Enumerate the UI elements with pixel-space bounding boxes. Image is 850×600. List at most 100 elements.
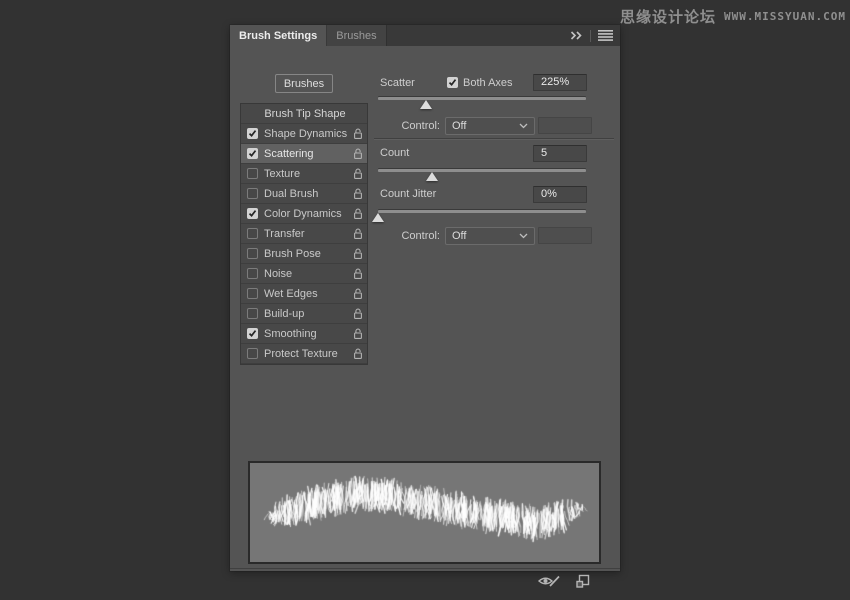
unlock-icon[interactable] [353,228,363,240]
setting-label: Brush Pose [264,248,321,260]
panel-bottom-bar [230,568,620,592]
brush-tip-shape-label: Brush Tip Shape [264,108,345,120]
watermark-en: WWW.MISSYUAN.COM [724,10,846,23]
scatter-label: Scatter [380,77,415,89]
count-value-field[interactable]: 5 [533,145,587,162]
eye-slash-icon[interactable] [537,574,561,588]
brush-setting-row[interactable]: Color Dynamics [241,204,367,224]
setting-checkbox[interactable] [247,148,258,159]
tabbar-icons [570,25,620,46]
scatter-slider-track[interactable] [378,97,586,100]
control2-value: Off [452,230,466,242]
control2-extra-field [538,227,592,244]
setting-label: Smoothing [264,328,317,340]
setting-label: Transfer [264,228,305,240]
control1-dropdown[interactable]: Off [445,117,535,135]
control1-extra-field [538,117,592,134]
brush-settings-list: Brush Tip Shape Shape Dynamics Scatterin [240,103,368,365]
control2-dropdown[interactable]: Off [445,227,535,245]
create-new-brush-icon[interactable] [576,574,590,588]
unlock-icon[interactable] [353,288,363,300]
tab-brushes-label: Brushes [336,30,376,42]
tab-brush-settings[interactable]: Brush Settings [230,25,326,46]
brush-setting-row[interactable]: Transfer [241,224,367,244]
list-item-brush-tip-shape[interactable]: Brush Tip Shape [241,104,367,124]
setting-checkbox[interactable] [247,308,258,319]
brush-setting-row[interactable]: Smoothing [241,324,367,344]
brush-stroke-canvas [250,463,599,562]
unlock-icon[interactable] [353,268,363,280]
setting-label: Texture [264,168,300,180]
unlock-icon[interactable] [353,208,363,220]
control2-label: Control: [380,230,440,242]
setting-label: Shape Dynamics [264,128,347,140]
setting-label: Wet Edges [264,288,318,300]
setting-checkbox[interactable] [247,228,258,239]
control1-value: Off [452,120,466,132]
setting-label: Dual Brush [264,188,318,200]
watermark: 思缘设计论坛 WWW.MISSYUAN.COM [620,6,846,27]
section-divider [374,138,614,139]
brush-setting-row[interactable]: Build-up [241,304,367,324]
brush-setting-row[interactable]: Wet Edges [241,284,367,304]
unlock-icon[interactable] [353,308,363,320]
unlock-icon[interactable] [353,128,363,140]
count-slider-track[interactable] [378,169,586,172]
scatter-slider-thumb[interactable] [420,100,432,109]
panel-menu-icon[interactable] [598,30,613,41]
brush-setting-row[interactable]: Dual Brush [241,184,367,204]
setting-checkbox[interactable] [247,128,258,139]
setting-checkbox[interactable] [247,208,258,219]
setting-checkbox[interactable] [247,168,258,179]
brush-setting-row[interactable]: Scattering [241,144,367,164]
scatter-value-field[interactable]: 225% [533,74,587,91]
chevron-double-right-icon[interactable] [570,31,583,40]
setting-checkbox[interactable] [247,348,258,359]
photoshop-workspace: 思缘设计论坛 WWW.MISSYUAN.COM Brush Settings B… [0,0,850,600]
check-icon [248,149,257,158]
unlock-icon[interactable] [353,248,363,260]
setting-checkbox[interactable] [247,328,258,339]
tab-brush-settings-label: Brush Settings [239,30,317,42]
unlock-icon[interactable] [353,168,363,180]
both-axes-checkbox[interactable] [447,77,458,88]
setting-checkbox[interactable] [247,188,258,199]
setting-checkbox[interactable] [247,288,258,299]
unlock-icon[interactable] [353,328,363,340]
brush-setting-row[interactable]: Protect Texture [241,344,367,364]
panel-body: Brushes Brush Tip Shape Shape Dynamics [230,46,620,571]
brush-stroke-preview [248,461,601,564]
check-icon [248,329,257,338]
unlock-icon[interactable] [353,348,363,360]
count-jitter-slider-thumb[interactable] [372,213,384,222]
check-icon [448,78,457,87]
chevron-down-icon [519,123,528,129]
chevron-down-icon [519,233,528,239]
both-axes-label: Both Axes [463,77,513,89]
setting-label: Color Dynamics [264,208,342,220]
check-icon [248,129,257,138]
setting-checkbox[interactable] [247,248,258,259]
setting-label: Protect Texture [264,348,338,360]
brush-settings-panel: Brush Settings Brushes Brushes [230,25,620,571]
setting-checkbox[interactable] [247,268,258,279]
brushes-button[interactable]: Brushes [275,74,333,93]
setting-label: Scattering [264,148,314,160]
count-slider-thumb[interactable] [426,172,438,181]
tab-brushes[interactable]: Brushes [327,25,386,46]
brush-setting-row[interactable]: Noise [241,264,367,284]
brush-setting-row[interactable]: Brush Pose [241,244,367,264]
check-icon [248,209,257,218]
count-jitter-value-field[interactable]: 0% [533,186,587,203]
brush-setting-row[interactable]: Texture [241,164,367,184]
count-label: Count [380,147,409,159]
count-jitter-slider-track[interactable] [378,210,586,213]
unlock-icon[interactable] [353,188,363,200]
unlock-icon[interactable] [353,148,363,160]
panel-tab-bar: Brush Settings Brushes [230,25,620,46]
brushes-button-label: Brushes [284,78,324,90]
brush-setting-row[interactable]: Shape Dynamics [241,124,367,144]
setting-label: Noise [264,268,292,280]
setting-label: Build-up [264,308,304,320]
tabbar-separator [590,30,591,42]
